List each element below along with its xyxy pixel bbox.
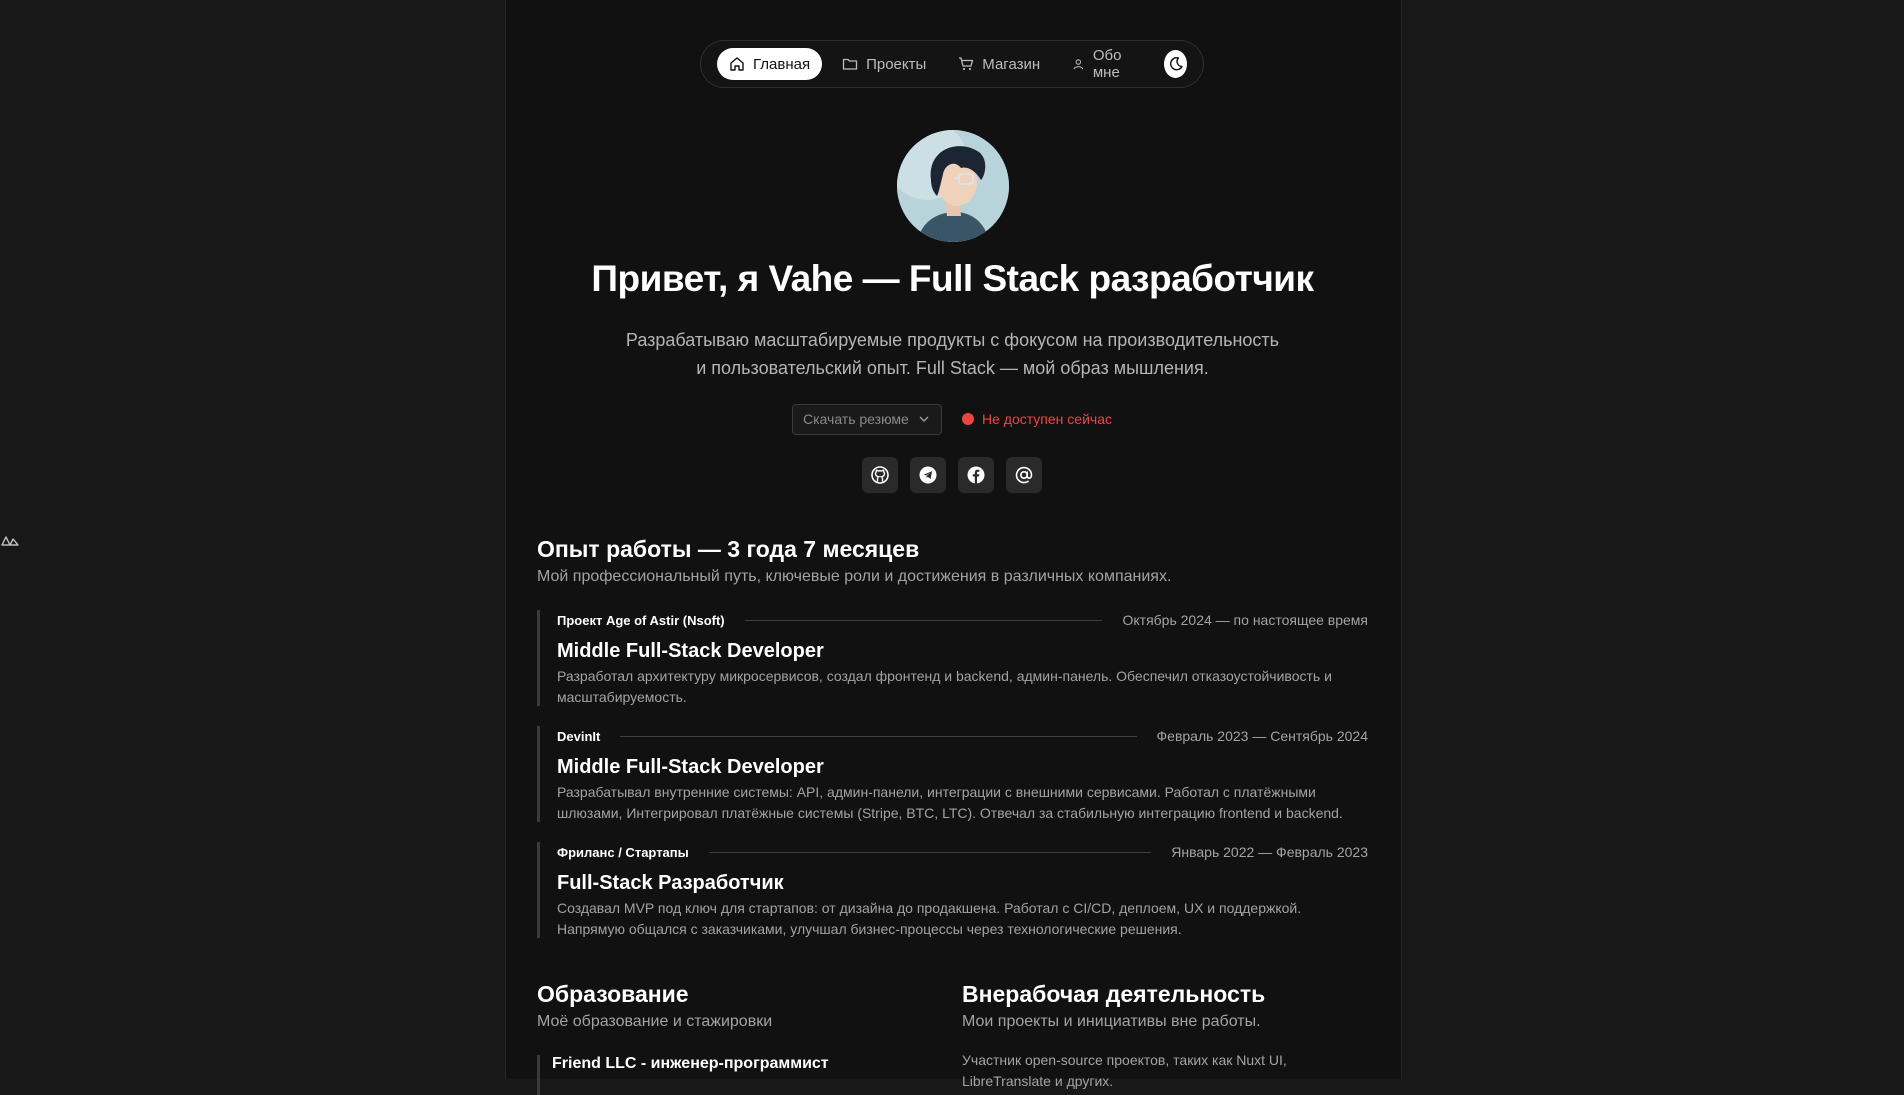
experience-description: Разработал архитектуру микросервисов, со… (557, 668, 1332, 705)
folder-icon (842, 58, 858, 70)
extra-activities-text: Участник open-source проектов, таких как… (962, 1052, 1287, 1089)
theme-toggle-button[interactable] (1164, 50, 1187, 78)
nav-item-label: Обо мне (1092, 47, 1122, 81)
education-subtitle: Моё образование и стажировки (537, 1013, 773, 1030)
experience-company: Проект Age of Astir (Nsoft) (557, 612, 725, 628)
nav-item-label: Главная (753, 55, 811, 73)
extra-activities-title: Внерабочая деятельность (962, 981, 1266, 1007)
top-navigation: Главная Проекты Магазин Обо мне (700, 40, 1204, 88)
experience-subtitle: Мой профессиональный путь, ключевые роли… (537, 568, 1172, 585)
telegram-icon (919, 466, 937, 484)
experience-date: Февраль 2023 — Сентябрь 2024 (1156, 728, 1368, 744)
availability-status: Не доступен сейчас (962, 411, 1112, 427)
hero-subtitle: Разрабатываю масштабируемые продукты с ф… (605, 326, 1300, 382)
experience-role: Full-Stack Разработчик (557, 872, 784, 894)
cta-row: Скачать резюме Не доступен сейчас (792, 403, 1112, 435)
chevron-down-icon (919, 416, 929, 422)
email-link[interactable] (1006, 457, 1042, 493)
experience-header: Фриланс / Стартапы Январь 2022 — Февраль… (557, 842, 1368, 862)
divider (620, 735, 1137, 737)
education-item: Friend LLC - инженер-программист (537, 1055, 917, 1095)
user-icon (1073, 59, 1084, 70)
moon-icon (1169, 57, 1183, 71)
at-sign-icon (1015, 466, 1033, 484)
social-links (862, 457, 1042, 493)
page-title: Привет, я Vahe — Full Stack разработчик (591, 258, 1314, 299)
experience-item: Фриланс / Стартапы Январь 2022 — Февраль… (537, 842, 1368, 938)
github-icon (871, 466, 889, 484)
experience-date: Январь 2022 — Февраль 2023 (1171, 844, 1368, 860)
nav-item-home[interactable]: Главная (717, 48, 823, 80)
nav-item-label: Магазин (982, 55, 1041, 73)
experience-header: DevinIt Февраль 2023 — Сентябрь 2024 (557, 726, 1368, 746)
download-resume-select[interactable]: Скачать резюме (792, 403, 942, 435)
experience-description: Создавал MVP под ключ для стартапов: от … (557, 900, 1302, 937)
status-text: Не доступен сейчас (982, 411, 1112, 427)
experience-item: Проект Age of Astir (Nsoft) Октябрь 2024… (537, 610, 1368, 706)
hero-subtitle-line: и пользовательский опыт. Full Stack — мо… (696, 358, 1209, 378)
nav-item-label: Проекты (866, 55, 927, 73)
experience-company: DevinIt (557, 728, 601, 744)
github-link[interactable] (862, 457, 898, 493)
nav-item-projects[interactable]: Проекты (830, 48, 938, 80)
home-icon (730, 57, 744, 71)
cart-icon (959, 57, 974, 71)
nuxt-devtools-icon[interactable] (0, 530, 20, 550)
experience-company: Фриланс / Стартапы (557, 844, 689, 860)
hero-subtitle-line: Разрабатываю масштабируемые продукты с ф… (625, 330, 1280, 350)
facebook-icon (967, 466, 985, 484)
nav-item-shop[interactable]: Магазин (946, 48, 1052, 80)
experience-role: Middle Full-Stack Developer (557, 756, 824, 778)
status-dot-icon (962, 413, 974, 425)
divider (744, 619, 1103, 621)
telegram-link[interactable] (910, 457, 946, 493)
experience-item: DevinIt Февраль 2023 — Сентябрь 2024 Mid… (537, 726, 1368, 822)
experience-date: Октябрь 2024 — по настоящее время (1122, 612, 1368, 628)
facebook-link[interactable] (958, 457, 994, 493)
experience-header: Проект Age of Astir (Nsoft) Октябрь 2024… (557, 610, 1368, 630)
extra-activities-subtitle: Мои проекты и инициативы вне работы. (962, 1013, 1261, 1030)
experience-description: Разрабатывал внутренние системы: API, ад… (557, 784, 1343, 821)
nav-item-about[interactable]: Обо мне (1060, 47, 1152, 81)
experience-role: Middle Full-Stack Developer (557, 640, 824, 662)
avatar (897, 130, 1009, 242)
education-title: Образование (537, 981, 689, 1007)
experience-title: Опыт работы — 3 года 7 месяцев (537, 536, 920, 562)
divider (708, 851, 1152, 853)
resume-select-placeholder: Скачать резюме (803, 411, 909, 427)
